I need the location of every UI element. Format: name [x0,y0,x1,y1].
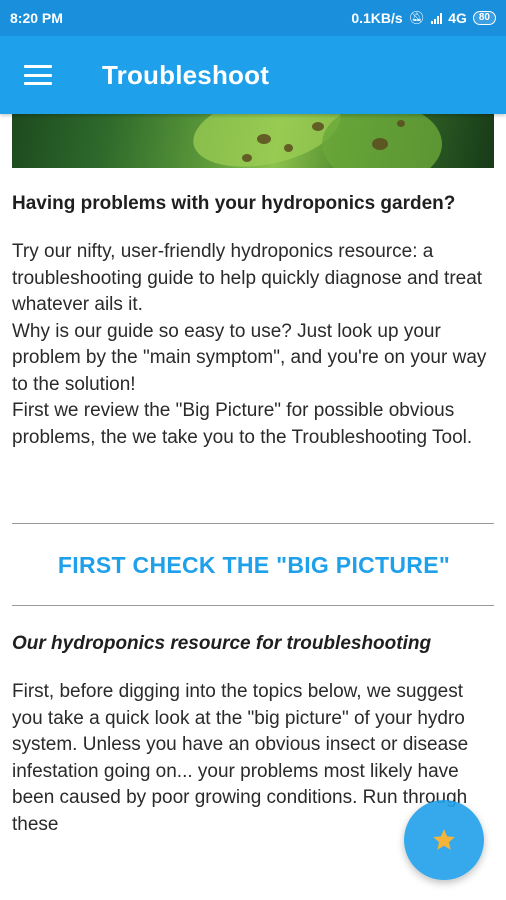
status-time: 8:20 PM [10,10,63,26]
intro-paragraph: Why is our guide so easy to use? Just lo… [12,320,487,395]
signal-icon [431,12,443,24]
battery-level: 80 [478,12,490,23]
article-heading: Having problems with your hydroponics ga… [12,193,456,214]
status-bar: 8:20 PM 0.1KB/s 🔕︎ 4G 80 [0,0,506,36]
network-speed: 0.1KB/s [351,10,403,26]
article-content: Having problems with your hydroponics ga… [12,190,496,838]
divider [12,523,494,524]
intro-paragraph: Try our nifty, user-friendly hydroponics… [12,241,483,315]
app-bar: Troubleshoot [0,36,506,114]
network-type: 4G [448,10,467,26]
hamburger-menu-icon[interactable] [24,62,56,88]
status-indicators: 0.1KB/s 🔕︎ 4G 80 [351,10,496,26]
star-icon [433,829,455,850]
page-title: Troubleshoot [102,59,270,90]
section-subheading: Our hydroponics resource for troubleshoo… [12,633,432,654]
intro-text: Try our nifty, user-friendly hydroponics… [12,239,496,451]
intro-paragraph: First we review the "Big Picture" for po… [12,400,473,448]
battery-icon: 80 [472,11,496,25]
favorite-fab-button[interactable] [404,800,484,880]
section-title[interactable]: FIRST CHECK THE "BIG PICTURE" [12,552,496,579]
mute-bell-icon: 🔕︎ [408,10,426,25]
hero-plant-image [12,114,494,168]
divider [12,605,494,606]
